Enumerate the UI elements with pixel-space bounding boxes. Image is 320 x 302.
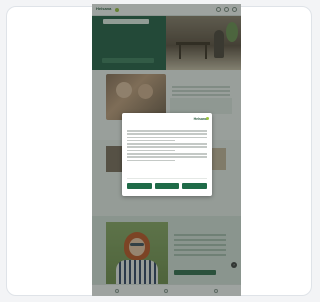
consent-logo: Helsana (193, 117, 207, 121)
consent-accept-button[interactable] (182, 183, 208, 189)
consent-reject-button[interactable] (154, 183, 180, 189)
consent-buttons (127, 183, 208, 189)
consent-divider (127, 178, 207, 179)
cookie-consent-dialog: Helsana (122, 113, 212, 196)
consent-settings-button[interactable] (127, 183, 152, 189)
logo-mark-icon (206, 117, 209, 120)
consent-text (127, 130, 207, 163)
